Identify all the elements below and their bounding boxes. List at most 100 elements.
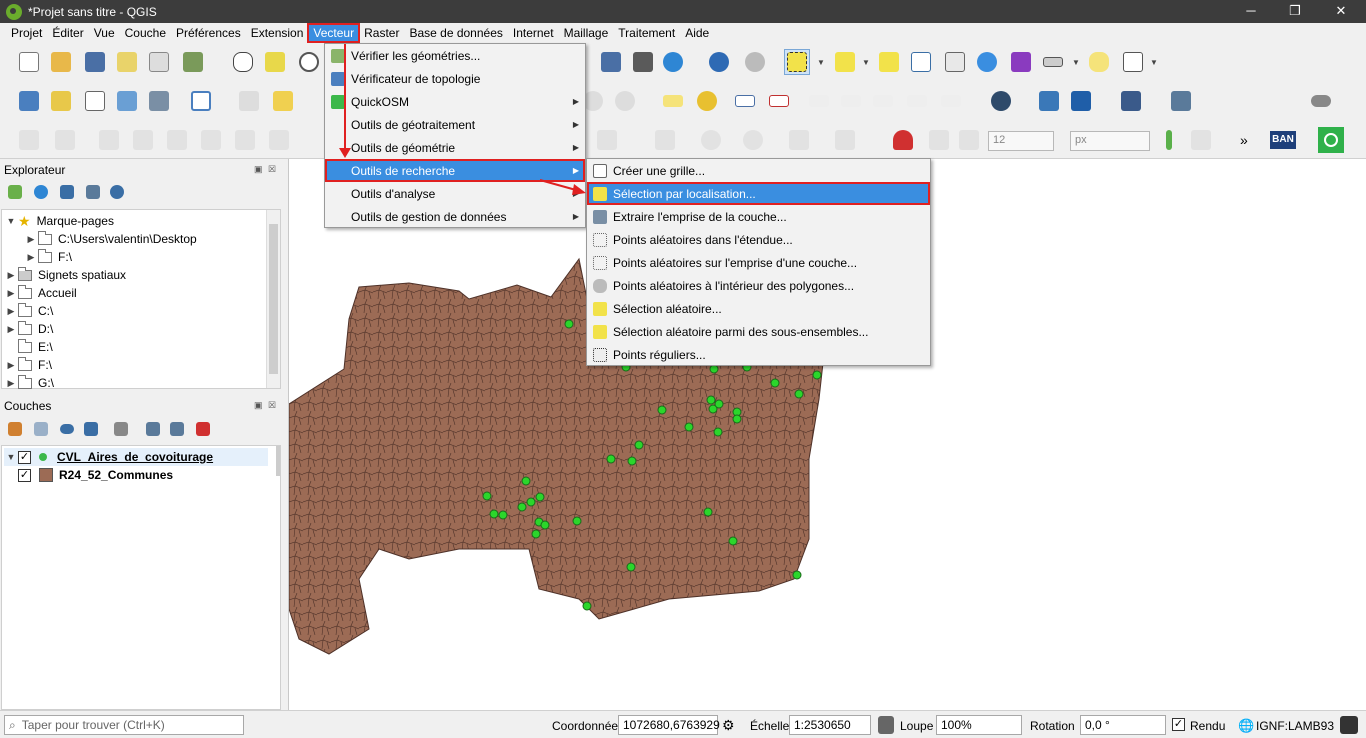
add-selected-layer-button[interactable] xyxy=(4,181,26,203)
scrollbar-thumb[interactable] xyxy=(269,224,278,374)
add-polygon-button[interactable] xyxy=(130,127,156,153)
minimize-button[interactable]: ─ xyxy=(1228,0,1274,23)
layers-scrollbar[interactable] xyxy=(276,446,280,476)
expand-arrow-icon[interactable]: ▶ xyxy=(4,288,18,299)
menu-item-selection-aleatoire[interactable]: Sélection aléatoire... xyxy=(587,297,930,320)
panel-close-icon[interactable]: ☒ xyxy=(268,400,276,411)
rotation-field[interactable]: 0,0 ° xyxy=(1080,715,1166,735)
remove-layer-button[interactable] xyxy=(192,418,214,440)
menu-item-points-aleatoires-etendue[interactable]: Points aléatoires dans l'étendue... xyxy=(587,228,930,251)
intersection-button[interactable] xyxy=(1188,127,1214,153)
collapse-arrow-icon[interactable]: ▼ xyxy=(4,216,18,226)
identify-button[interactable] xyxy=(706,49,732,75)
new-vector-button[interactable] xyxy=(82,88,108,114)
digitize-tool-button[interactable] xyxy=(16,127,42,153)
tree-item-home[interactable]: ▶ Accueil xyxy=(4,284,77,302)
tree-item-drive-c[interactable]: ▶ C:\ xyxy=(4,302,53,320)
properties-button[interactable] xyxy=(106,181,128,203)
edit-pencil-button[interactable] xyxy=(236,88,262,114)
collapse-arrow-icon[interactable]: ▼ xyxy=(4,452,18,462)
menu-item-verificateur-topologie[interactable]: Vérificateur de topologie xyxy=(325,67,585,90)
messages-icon[interactable] xyxy=(1340,716,1358,734)
layer-styling-button[interactable] xyxy=(4,418,26,440)
chevron-down-icon[interactable]: ▼ xyxy=(817,59,825,67)
rgis-button[interactable] xyxy=(1068,88,1094,114)
scale-field[interactable]: 1:2530650 xyxy=(789,715,871,735)
close-button[interactable]: ✕ xyxy=(1318,0,1364,23)
offset-button[interactable] xyxy=(266,127,292,153)
label-props-button[interactable] xyxy=(938,88,964,114)
expand-arrow-icon[interactable]: ▶ xyxy=(4,306,18,317)
add-point-button[interactable] xyxy=(52,127,78,153)
chevron-down-icon[interactable]: ▼ xyxy=(862,59,870,67)
zoom-field[interactable]: 100% xyxy=(936,715,1022,735)
new-bookmark-button[interactable] xyxy=(630,49,656,75)
tree-item-drive-d[interactable]: ▶ D:\ xyxy=(4,320,53,338)
add-line-button[interactable] xyxy=(96,127,122,153)
menu-item-gestion-donnees[interactable]: Outils de gestion de données ▶ xyxy=(325,205,585,228)
menu-editer[interactable]: Éditer xyxy=(47,24,88,42)
chevron-down-icon[interactable]: ▼ xyxy=(1150,59,1158,67)
tree-item-spatial-bookmarks[interactable]: ▶ Signets spatiaux xyxy=(4,266,126,284)
snap-tolerance-input[interactable]: 12 xyxy=(988,131,1054,151)
tree-item-drive-g[interactable]: ▶ G:\ xyxy=(4,374,54,392)
layer-item-aires-covoiturage[interactable]: ▼ ✓ CVL_Aires_de_covoiturage xyxy=(4,448,268,466)
menu-aide[interactable]: Aide xyxy=(680,24,714,42)
menu-internet[interactable]: Internet xyxy=(508,24,559,42)
rectangle-tool-button[interactable] xyxy=(786,127,812,153)
manage-visibility-button[interactable] xyxy=(56,418,78,440)
shape-tool-button[interactable] xyxy=(652,127,678,153)
menu-vecteur[interactable]: Vecteur xyxy=(307,23,361,43)
layer-visibility-checkbox[interactable]: ✓ xyxy=(18,468,31,482)
crs-button[interactable]: IGNF:LAMB93 xyxy=(1256,719,1334,733)
new-print-layout-button[interactable] xyxy=(114,49,140,75)
split-button[interactable] xyxy=(164,127,190,153)
text-annotation-button[interactable] xyxy=(1120,49,1146,75)
filter-explorer-button[interactable] xyxy=(56,181,78,203)
menu-item-outils-de-recherche[interactable]: Outils de recherche ▶ xyxy=(325,159,585,182)
expand-arrow-icon[interactable]: ▶ xyxy=(4,270,18,281)
toggle-editing-button[interactable] xyxy=(270,88,296,114)
tree-item-f-bookmark[interactable]: ▶ F:\ xyxy=(24,248,72,266)
locator-search-button[interactable] xyxy=(1318,127,1344,153)
expand-arrow-icon[interactable]: ▶ xyxy=(4,378,18,389)
bookmark-button[interactable] xyxy=(598,49,624,75)
layer-item-communes[interactable]: ✓ R24_52_Communes xyxy=(4,466,173,484)
menu-item-verifier-geometries[interactable]: Vérifier les géométries... xyxy=(325,44,585,67)
expand-all-button[interactable] xyxy=(142,418,164,440)
layout-manager-button[interactable] xyxy=(146,49,172,75)
python-console-button[interactable] xyxy=(1036,88,1062,114)
menu-item-extraire-emprise[interactable]: Extraire l'emprise de la couche... xyxy=(587,205,930,228)
chevron-down-icon[interactable]: ▼ xyxy=(1072,59,1080,67)
menu-projet[interactable]: Projet xyxy=(6,24,47,42)
georeferencer-button[interactable] xyxy=(988,88,1014,114)
expand-arrow-icon[interactable]: ▶ xyxy=(4,360,18,371)
menu-base-de-donnees[interactable]: Base de données xyxy=(404,24,507,42)
coordinate-field[interactable]: 1072680,6763929 xyxy=(618,715,720,735)
advanced-digitize-button[interactable] xyxy=(926,127,952,153)
open-project-button[interactable] xyxy=(48,49,74,75)
select-by-expression-button[interactable] xyxy=(832,49,858,75)
rotate-feature-button[interactable] xyxy=(594,127,620,153)
action-button[interactable] xyxy=(742,49,768,75)
menu-item-geometrie[interactable]: Outils de géométrie ▶ xyxy=(325,136,585,159)
style-manager-button[interactable] xyxy=(180,49,206,75)
layer-visibility-checkbox[interactable]: ✓ xyxy=(18,450,31,464)
pan-to-selection-button[interactable] xyxy=(262,49,288,75)
menu-traitement[interactable]: Traitement xyxy=(613,24,680,42)
tracing-button[interactable] xyxy=(956,127,982,153)
menu-item-selection-par-localisation[interactable]: Sélection par localisation... xyxy=(587,182,930,205)
menu-item-geotraitement[interactable]: Outils de géotraitement ▶ xyxy=(325,113,585,136)
move-label-button[interactable] xyxy=(806,88,832,114)
toolbar-overflow-button[interactable]: » xyxy=(1240,132,1248,148)
reshape-button[interactable] xyxy=(232,127,258,153)
map-tips-button[interactable] xyxy=(1086,49,1112,75)
expand-arrow-icon[interactable]: ▶ xyxy=(4,324,18,335)
mesh-layer-button[interactable] xyxy=(188,88,214,114)
expand-arrow-icon[interactable]: ▶ xyxy=(24,252,38,263)
measure-button[interactable] xyxy=(1040,49,1066,75)
panel-close-icon[interactable]: ☒ xyxy=(268,164,276,175)
snapping-button[interactable] xyxy=(890,127,916,153)
pan-tool-button[interactable] xyxy=(230,49,256,75)
menu-extension[interactable]: Extension xyxy=(246,24,309,42)
